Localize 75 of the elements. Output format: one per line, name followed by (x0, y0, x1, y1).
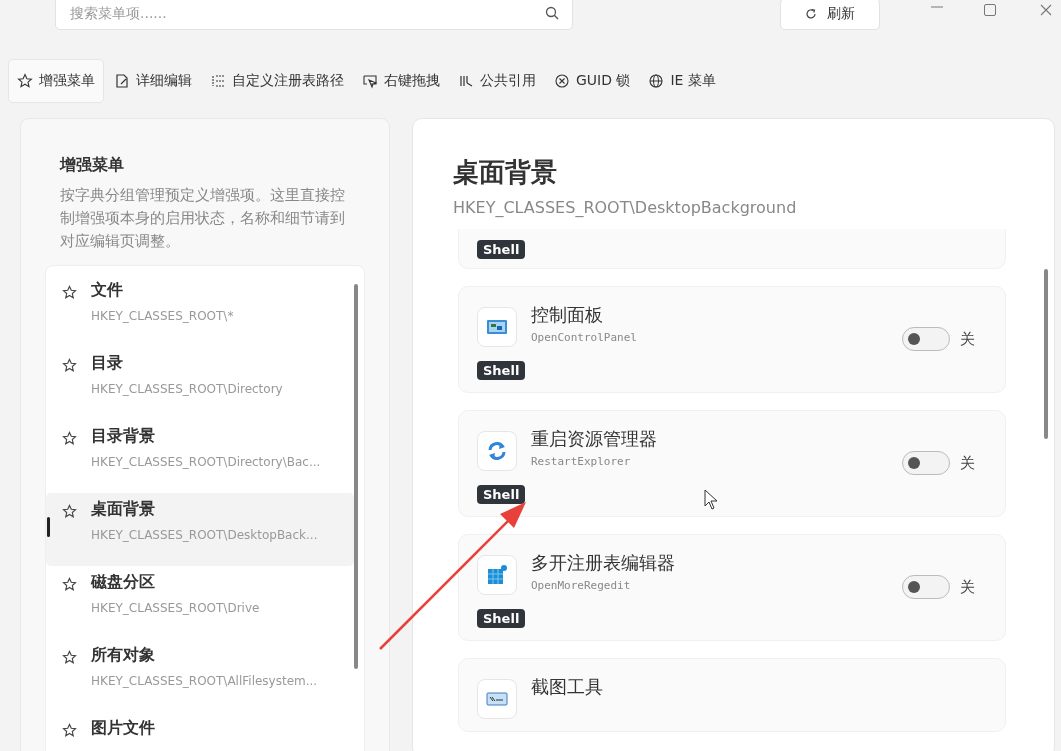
item-path: HKEY_CLASSES_ROOT\Directory\Bac... (91, 455, 321, 469)
window-icon (477, 679, 517, 719)
item-path: HKEY_CLASSES_ROOT\* (91, 309, 234, 323)
shell-tag: Shell (477, 361, 526, 380)
item-path: HKEY_CLASSES_ROOT\Directory (91, 382, 283, 396)
tab[interactable]: GUID 锁 (546, 59, 639, 103)
tab[interactable]: 公共引用 (450, 59, 544, 103)
tab[interactable]: 自定义注册表路径 (202, 59, 352, 103)
toggle-label: 关 (960, 453, 975, 473)
tab[interactable]: 详细编辑 (106, 59, 200, 103)
detail-title: 桌面背景 (453, 156, 558, 189)
item-name: 目录背景 (91, 426, 156, 447)
entry-id: OpenControlPanel (531, 331, 638, 344)
entry-name: 截图工具 (531, 675, 604, 699)
cursor-box-icon (362, 73, 378, 89)
toggle-label: 关 (960, 577, 975, 597)
item-name: 文件 (91, 280, 124, 301)
item-path: HKEY_CLASSES_ROOT\AllFilesystem... (91, 674, 318, 688)
globe-icon (648, 73, 665, 89)
scrollbar[interactable] (354, 284, 358, 669)
entry-name: 多开注册表编辑器 (531, 551, 676, 575)
shell-tag: Shell (477, 240, 526, 259)
sidebar-item[interactable]: 所有对象 HKEY_CLASSES_ROOT\AllFilesystem... (46, 639, 354, 712)
detail-path: HKEY_CLASSES_ROOT\DesktopBackground (453, 198, 798, 217)
scrollbar[interactable] (1044, 269, 1048, 439)
item-path: HKEY_CLASSES_ROOT\Drive (91, 601, 260, 615)
star-icon (17, 73, 33, 89)
toggle-switch[interactable] (902, 575, 950, 599)
sidebar-description: 按字典分组管理预定义增强项。这里直接控制增强项本身的启用状态，名称和细节请到对应编辑页调整。 (60, 185, 345, 252)
window-icon (477, 307, 517, 347)
tab[interactable]: IE 菜单 (640, 59, 724, 103)
star-icon (62, 285, 77, 300)
toggle-switch[interactable] (902, 327, 950, 351)
entry-id: RestartExplorer (531, 455, 632, 468)
search-field[interactable]: 搜索菜单项...... (55, 0, 573, 30)
books-icon (458, 73, 474, 89)
sidebar-item[interactable]: 目录 HKEY_CLASSES_ROOT\Directory (46, 347, 354, 420)
sidebar-item[interactable]: 文件 HKEY_CLASSES_ROOT\* (46, 274, 354, 347)
sidebar-title: 增强菜单 (60, 155, 125, 176)
entry-id: OpenMoreRegedit (531, 579, 632, 592)
sidebar-item[interactable]: 磁盘分区 HKEY_CLASSES_ROOT\Drive (46, 566, 354, 639)
tab[interactable]: 增强菜单 (8, 59, 104, 103)
entry-name: 控制面板 (531, 303, 604, 327)
maximize-icon[interactable] (984, 4, 996, 16)
refresh-icon (477, 431, 517, 471)
sidebar-item[interactable]: 图片文件 (46, 712, 354, 751)
list-icon (210, 73, 226, 89)
item-name: 目录 (91, 353, 124, 374)
shell-tag: Shell (477, 609, 526, 628)
item-name: 桌面背景 (91, 499, 156, 520)
item-name: 图片文件 (91, 718, 155, 739)
circle-x-icon (554, 73, 570, 89)
star-icon (62, 504, 77, 519)
pointer-icon (704, 489, 720, 511)
tab[interactable]: 右键拖拽 (354, 59, 448, 103)
toggle-label: 关 (960, 329, 975, 349)
item-path: HKEY_CLASSES_ROOT\DesktopBack... (91, 528, 318, 542)
item-name: 所有对象 (91, 645, 156, 666)
search-icon (545, 6, 559, 20)
refresh-icon (805, 8, 817, 20)
shell-tag: Shell (477, 485, 526, 504)
grid-icon (477, 555, 517, 595)
refresh-button[interactable]: 刷新 (780, 0, 880, 30)
item-name: 磁盘分区 (91, 572, 156, 593)
sidebar-item[interactable]: 目录背景 HKEY_CLASSES_ROOT\Directory\Bac... (46, 420, 354, 493)
star-icon (62, 431, 77, 446)
star-icon (62, 650, 77, 665)
star-icon (62, 577, 77, 592)
star-icon (62, 358, 77, 373)
star-icon (62, 723, 77, 738)
toggle-switch[interactable] (902, 451, 950, 475)
document-icon (114, 73, 130, 89)
close-icon[interactable] (1040, 4, 1052, 16)
entry-name: 重启资源管理器 (531, 427, 658, 451)
sidebar-item[interactable]: 桌面背景 HKEY_CLASSES_ROOT\DesktopBack... (46, 493, 354, 566)
